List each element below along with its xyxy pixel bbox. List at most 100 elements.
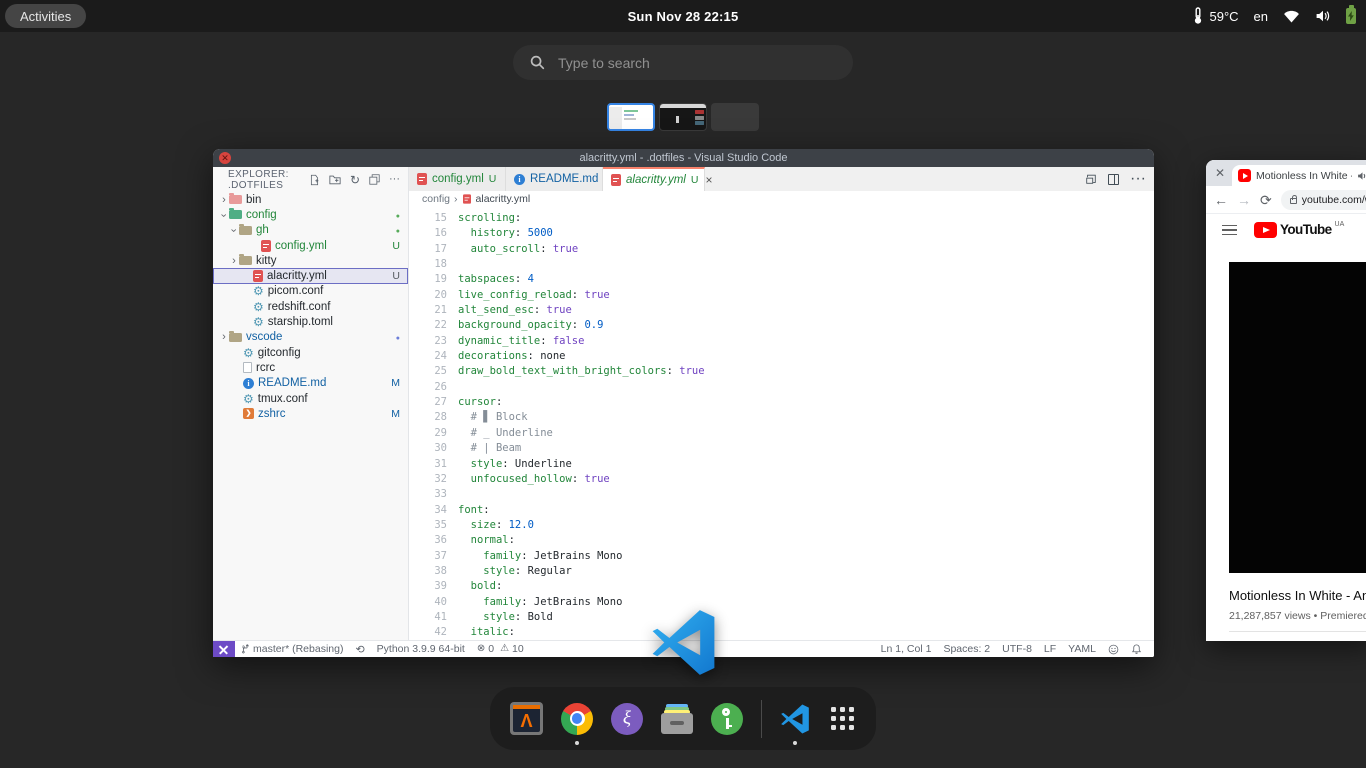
tree-item-config.yml[interactable]: config.ymlU: [213, 238, 408, 253]
chevron-expanded-icon[interactable]: ›: [218, 210, 230, 220]
tree-item-alacritty.yml[interactable]: alacritty.ymlU: [213, 268, 408, 283]
breadcrumb-folder[interactable]: config: [422, 193, 450, 205]
breadcrumb-file[interactable]: alacritty.yml: [476, 193, 531, 205]
python-interpreter[interactable]: Python 3.9.9 64-bit: [371, 643, 471, 655]
collapse-folders-icon[interactable]: [369, 174, 380, 185]
workspace-thumbnail-3-empty[interactable]: [711, 103, 759, 131]
vscode-window[interactable]: ✕ alacritty.yml - .dotfiles - Visual Stu…: [213, 149, 1154, 657]
tree-item-redshift.conf[interactable]: ⚙redshift.conf: [213, 299, 408, 314]
code-line-16[interactable]: 16 history: 5000: [409, 226, 1154, 241]
chevron-collapsed-icon[interactable]: ›: [219, 331, 229, 343]
code-line-22[interactable]: 22background_opacity: 0.9: [409, 318, 1154, 333]
breadcrumb[interactable]: config › alacritty.yml: [409, 191, 1154, 207]
dock-passwords-keys-icon[interactable]: [711, 702, 743, 736]
chevron-collapsed-icon[interactable]: ›: [219, 194, 229, 206]
code-editor[interactable]: 15scrolling:16 history: 500017 auto_scro…: [409, 207, 1154, 640]
code-line-42[interactable]: 42 italic:: [409, 625, 1154, 640]
tab-audio-icon[interactable]: [1357, 171, 1366, 181]
editor-more-actions-icon[interactable]: ···: [1130, 170, 1146, 188]
open-changes-icon[interactable]: [1085, 173, 1097, 185]
hamburger-menu-icon[interactable]: [1222, 225, 1237, 236]
tree-item-bin[interactable]: ›bin: [213, 192, 408, 207]
new-folder-icon[interactable]: [329, 174, 341, 185]
code-line-18[interactable]: 18: [409, 257, 1154, 272]
code-line-27[interactable]: 27cursor:: [409, 395, 1154, 410]
tree-item-gh[interactable]: ›gh: [213, 223, 408, 238]
code-line-17[interactable]: 17 auto_scroll: true: [409, 242, 1154, 257]
tree-item-README.md[interactable]: iREADME.mdM: [213, 376, 408, 391]
code-line-23[interactable]: 23dynamic_title: false: [409, 334, 1154, 349]
keyboard-layout[interactable]: en: [1254, 9, 1268, 24]
new-file-icon[interactable]: [309, 174, 320, 186]
code-line-15[interactable]: 15scrolling:: [409, 211, 1154, 226]
notifications-bell-icon[interactable]: [1125, 643, 1148, 655]
code-line-28[interactable]: 28 # ▋ Block: [409, 410, 1154, 425]
indentation[interactable]: Spaces: 2: [937, 643, 996, 655]
code-line-25[interactable]: 25draw_bold_text_with_bright_colors: tru…: [409, 364, 1154, 379]
editor-tab-alacritty.yml[interactable]: alacritty.ymlU×: [603, 167, 705, 191]
code-line-35[interactable]: 35 size: 12.0: [409, 518, 1154, 533]
dock-show-applications-icon[interactable]: [828, 702, 856, 736]
video-title[interactable]: Motionless In White - Anot: [1229, 588, 1366, 603]
code-line-30[interactable]: 30 # | Beam: [409, 441, 1154, 456]
tree-item-gitconfig[interactable]: ⚙gitconfig: [213, 345, 408, 360]
remote-indicator[interactable]: [213, 641, 235, 657]
tree-item-tmux.conf[interactable]: ⚙tmux.conf: [213, 391, 408, 406]
split-editor-icon[interactable]: [1108, 174, 1119, 185]
code-line-33[interactable]: 33: [409, 487, 1154, 502]
system-status-area[interactable]: 59°C en: [1192, 0, 1356, 32]
window-close-button[interactable]: ✕: [219, 152, 231, 164]
tree-item-rcrc[interactable]: rcrc: [213, 360, 408, 375]
dock-emacs-icon[interactable]: ξ: [611, 702, 643, 736]
git-branch-status[interactable]: master* (Rebasing): [235, 643, 349, 655]
code-line-34[interactable]: 34font:: [409, 503, 1154, 518]
code-line-21[interactable]: 21alt_send_esc: true: [409, 303, 1154, 318]
youtube-logo[interactable]: YouTube UA: [1254, 222, 1344, 238]
dock-chrome-icon[interactable]: [561, 702, 593, 736]
eol-sequence[interactable]: LF: [1038, 643, 1062, 655]
code-line-19[interactable]: 19tabspaces: 4: [409, 272, 1154, 287]
code-line-20[interactable]: 20live_config_reload: true: [409, 288, 1154, 303]
back-icon[interactable]: ←: [1214, 193, 1228, 207]
code-line-37[interactable]: 37 family: JetBrains Mono: [409, 549, 1154, 564]
forward-icon[interactable]: →: [1237, 193, 1251, 207]
reload-icon[interactable]: ⟳: [1260, 193, 1272, 207]
language-mode[interactable]: YAML: [1062, 643, 1102, 655]
code-line-41[interactable]: 41 style: Bold: [409, 610, 1154, 625]
workspace-thumbnail-1-active[interactable]: [607, 103, 655, 131]
dock-files-icon[interactable]: [661, 702, 693, 736]
tree-item-zshrc[interactable]: ❯zshrcM: [213, 406, 408, 421]
code-line-29[interactable]: 29 # _ Underline: [409, 426, 1154, 441]
chevron-collapsed-icon[interactable]: ›: [229, 255, 239, 267]
tab-close-icon[interactable]: ×: [705, 173, 712, 187]
workspace-thumbnail-2[interactable]: [659, 103, 707, 131]
search-bar[interactable]: Type to search: [513, 45, 853, 80]
feedback-icon[interactable]: [1102, 644, 1125, 655]
tree-item-starship.toml[interactable]: ⚙starship.toml: [213, 314, 408, 329]
code-line-36[interactable]: 36 normal:: [409, 533, 1154, 548]
clock[interactable]: Sun Nov 28 22:15: [0, 9, 1366, 24]
code-line-26[interactable]: 26: [409, 380, 1154, 395]
tab-close-icon[interactable]: ✕: [1215, 167, 1225, 179]
tree-item-kitty[interactable]: ›kitty: [213, 253, 408, 268]
chrome-window[interactable]: ✕ Motionless In White - A ← → ⟳ youtube.…: [1206, 160, 1366, 641]
sync-icon[interactable]: ⟲: [349, 643, 370, 656]
code-line-40[interactable]: 40 family: JetBrains Mono: [409, 595, 1154, 610]
chevron-expanded-icon[interactable]: ›: [228, 226, 240, 236]
video-player[interactable]: [1229, 262, 1366, 573]
code-line-39[interactable]: 39 bold:: [409, 579, 1154, 594]
problems-status[interactable]: ⊗ 0 ⚠ 10: [471, 643, 530, 655]
dock-alacritty-icon[interactable]: Λ: [510, 702, 543, 736]
chrome-active-tab[interactable]: Motionless In White - A: [1232, 165, 1366, 186]
encoding[interactable]: UTF-8: [996, 643, 1038, 655]
tree-item-vscode[interactable]: ›vscode: [213, 330, 408, 345]
code-line-38[interactable]: 38 style: Regular: [409, 564, 1154, 579]
views-more-icon[interactable]: ···: [389, 174, 400, 185]
editor-tab-config.yml[interactable]: config.ymlU: [409, 167, 506, 191]
tree-item-picom.conf[interactable]: ⚙picom.conf: [213, 284, 408, 299]
refresh-icon[interactable]: ↻: [350, 174, 360, 186]
dock-vscode-icon[interactable]: [780, 702, 810, 736]
tree-item-config[interactable]: ›config: [213, 207, 408, 222]
code-line-24[interactable]: 24decorations: none: [409, 349, 1154, 364]
cursor-position[interactable]: Ln 1, Col 1: [875, 643, 938, 655]
